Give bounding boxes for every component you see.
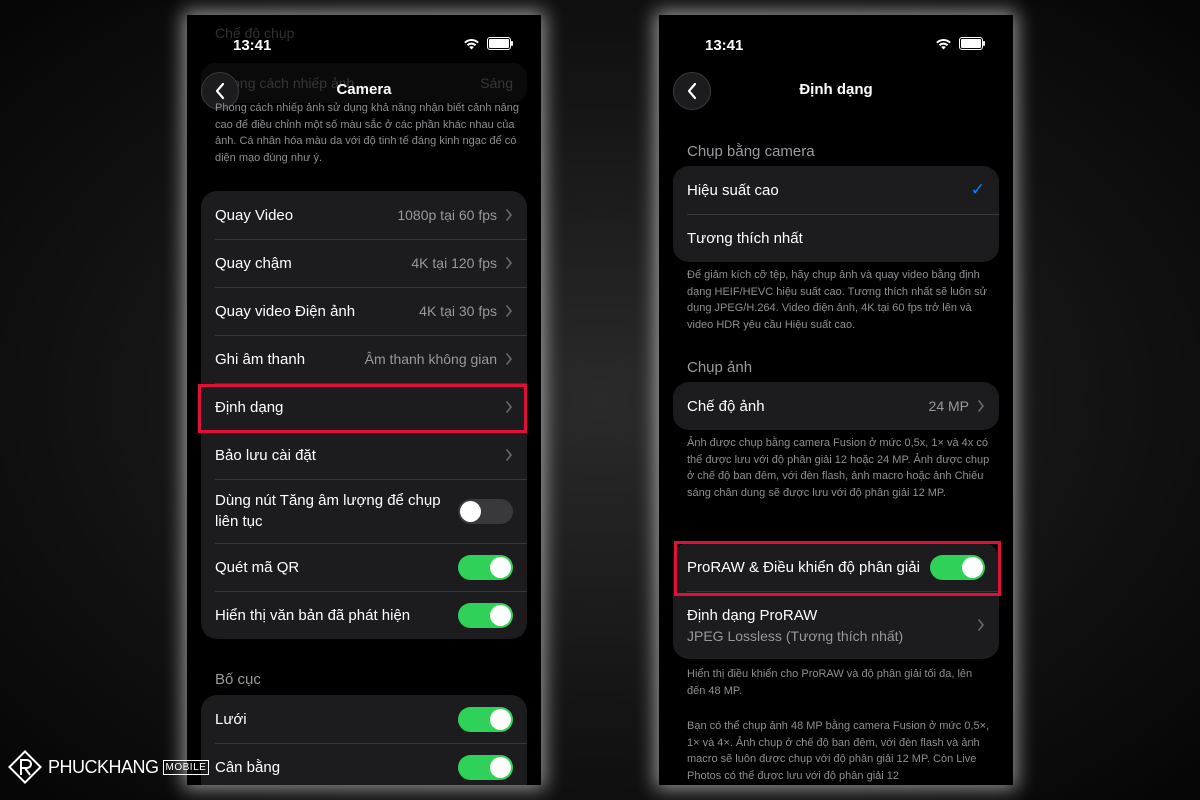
row-luoi: Lưới xyxy=(201,695,527,743)
level-toggle[interactable] xyxy=(458,754,513,780)
row-label: Ghi âm thanh xyxy=(215,350,306,368)
row-hien-thi-van-ban: Hiển thị văn bản đã phát hiện xyxy=(201,591,527,639)
row-value: 24 MP xyxy=(928,398,969,414)
row-label: Định dạng xyxy=(215,398,284,416)
row-value: 4K tại 120 fps xyxy=(411,255,497,271)
row-can-bang: Cân bằng xyxy=(201,743,527,785)
chevron-right-icon xyxy=(506,401,513,413)
capture-format-note: Để giảm kích cỡ tệp, hãy chụp ảnh và qua… xyxy=(687,269,987,331)
row-value: 1080p tại 60 fps xyxy=(397,207,497,223)
section-title-bo-cuc: Bố cục xyxy=(215,671,261,688)
page-title: Camera xyxy=(336,81,392,98)
row-label: Dùng nút Tăng âm lượng để chụp liên tục xyxy=(215,492,441,530)
formats-settings-screen: 13:41 Định dạng Chụp bằng camera Hiệu su… xyxy=(659,15,1013,785)
brand-badge: MOBILE xyxy=(162,759,210,775)
chevron-right-icon xyxy=(506,209,513,221)
row-label: Cân bằng xyxy=(215,758,281,776)
brand-logo: PHUCKHANG MOBILE xyxy=(6,748,210,786)
row-label: Bảo lưu cài đặt xyxy=(215,446,316,464)
status-time: 13:41 xyxy=(233,37,272,54)
detected-text-toggle[interactable] xyxy=(458,602,513,628)
chevron-right-icon xyxy=(978,619,985,631)
row-quay-video[interactable]: Quay Video 1080p tại 60 fps xyxy=(201,191,527,239)
toggle-knob xyxy=(962,556,983,578)
row-quet-ma-qr: Quét mã QR xyxy=(201,543,527,591)
row-label: ProRAW & Điều khiển độ phân giải xyxy=(687,558,920,576)
fusion-note: Bạn có thể chụp ảnh 48 MP bằng camera Fu… xyxy=(687,720,990,782)
status-icons xyxy=(463,37,513,50)
section-title-chup-anh: Chụp ảnh xyxy=(687,359,753,376)
page-title: Định dạng xyxy=(799,81,873,98)
row-ghi-am-thanh[interactable]: Ghi âm thanh Âm thanh không gian xyxy=(201,335,527,383)
wifi-icon xyxy=(464,38,479,49)
row-label: Hiệu suất cao xyxy=(687,181,779,199)
row-volume-burst: Dùng nút Tăng âm lượng để chụp liên tục xyxy=(201,479,527,543)
row-label: Hiển thị văn bản đã phát hiện xyxy=(215,606,411,624)
option-hieu-suat-cao[interactable]: Hiệu suất cao ✓ xyxy=(673,166,999,214)
row-subtitle: JPEG Lossless (Tương thích nhất) xyxy=(687,627,904,644)
qr-scan-toggle[interactable] xyxy=(458,554,513,580)
toggle-knob xyxy=(490,708,511,730)
row-label: Tương thích nhất xyxy=(687,229,803,247)
toggle-knob xyxy=(490,604,511,626)
toggle-knob xyxy=(460,500,481,522)
toggle-knob xyxy=(490,556,511,578)
row-label: Quay Video xyxy=(215,206,294,224)
row-value: Âm thanh không gian xyxy=(364,351,497,367)
battery-icon xyxy=(959,37,985,50)
row-label: Quét mã QR xyxy=(215,558,300,576)
row-dinh-dang[interactable]: Định dạng xyxy=(201,383,527,431)
proraw-format-text: Định dạng ProRAW JPEG Lossless (Tương th… xyxy=(687,607,977,644)
checkmark-icon: ✓ xyxy=(970,180,985,199)
section-title-chup-bang-camera: Chụp bằng camera xyxy=(687,143,815,160)
brand-logo-icon xyxy=(8,750,42,784)
row-value: 4K tại 30 fps xyxy=(419,303,497,319)
row-label: Chế độ ảnh xyxy=(687,397,765,415)
row-proraw: ProRAW & Điều khiển độ phân giải xyxy=(673,543,999,591)
photo-mode-note: Ảnh được chụp bằng camera Fusion ở mức 0… xyxy=(687,437,990,499)
row-label: Quay chậm xyxy=(215,254,292,272)
proraw-note: Hiển thị điều khiển cho ProRAW và độ phâ… xyxy=(687,668,973,697)
proraw-group: ProRAW & Điều khiển độ phân giải Định dạ… xyxy=(673,543,999,659)
option-tuong-thich-nhat[interactable]: Tương thích nhất xyxy=(673,214,999,262)
capture-format-group: Hiệu suất cao ✓ Tương thích nhất xyxy=(673,166,999,262)
wifi-icon xyxy=(936,38,951,49)
chevron-right-icon xyxy=(978,400,985,412)
grid-toggle[interactable] xyxy=(458,706,513,732)
photo-style-description: Phong cách nhiếp ảnh sử dụng khả năng nh… xyxy=(215,102,519,164)
toggle-knob xyxy=(490,756,511,778)
volume-burst-toggle[interactable] xyxy=(458,498,513,524)
proraw-toggle[interactable] xyxy=(930,554,985,580)
layout-settings-group: Lưới Cân bằng xyxy=(201,695,527,785)
photo-mode-group: Chế độ ảnh 24 MP xyxy=(673,382,999,430)
status-time: 13:41 xyxy=(705,37,744,54)
camera-settings-screen: Chế độ chụp Phong cách nhiếp ảnh Sáng 13… xyxy=(187,15,541,785)
chevron-right-icon xyxy=(506,257,513,269)
row-che-do-anh[interactable]: Chế độ ảnh 24 MP xyxy=(673,382,999,430)
row-label: Lưới xyxy=(215,710,247,728)
status-icons xyxy=(935,37,985,50)
chevron-right-icon xyxy=(506,353,513,365)
row-quay-video-dien-anh[interactable]: Quay video Điện ảnh 4K tại 30 fps xyxy=(201,287,527,335)
row-bao-luu-cai-dat[interactable]: Bảo lưu cài đặt xyxy=(201,431,527,479)
battery-icon xyxy=(487,37,513,50)
row-label: Định dạng ProRAW xyxy=(687,606,818,624)
brand-name: PHUCKHANG xyxy=(48,756,159,777)
row-label: Quay video Điện ảnh xyxy=(215,302,356,320)
row-quay-cham[interactable]: Quay chậm 4K tại 120 fps xyxy=(201,239,527,287)
chevron-right-icon xyxy=(506,305,513,317)
camera-settings-group: Quay Video 1080p tại 60 fps Quay chậm 4K… xyxy=(201,191,527,639)
chevron-right-icon xyxy=(506,449,513,461)
row-dinh-dang-proraw[interactable]: Định dạng ProRAW JPEG Lossless (Tương th… xyxy=(673,591,999,659)
